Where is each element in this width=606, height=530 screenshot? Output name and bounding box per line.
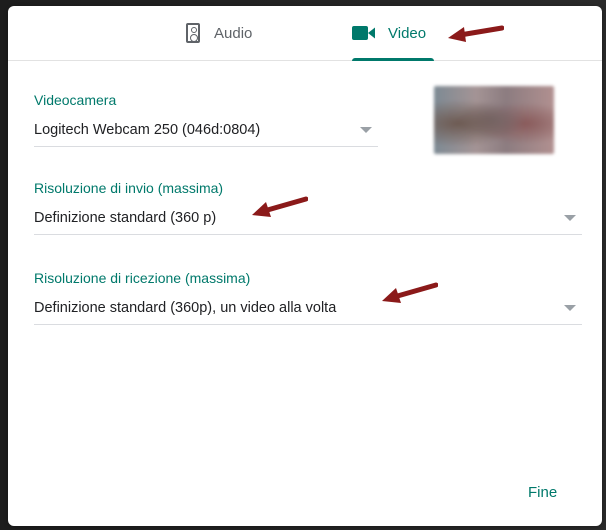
tab-audio-label: Audio [214,24,253,42]
chevron-down-icon [564,215,576,221]
videocam-icon [352,26,375,40]
camera-select[interactable]: Logitech Webcam 250 (046d:0804) [34,116,378,147]
send-resolution-select[interactable]: Definizione standard (360 p) [34,204,582,235]
annotation-arrow-icon [448,25,504,42]
send-resolution-select-value: Definizione standard (360 p) [34,210,217,226]
tab-audio[interactable]: Audio [186,6,296,60]
chevron-down-icon [564,305,576,311]
receive-resolution-section-label: Risoluzione di ricezione (massima) [34,270,251,286]
settings-dialog: Audio Video Videocamera Logitech Webcam … [8,6,602,526]
send-resolution-section-label: Risoluzione di invio (massima) [34,180,224,196]
receive-resolution-select-value: Definizione standard (360p), un video al… [34,300,337,316]
camera-select-value: Logitech Webcam 250 (046d:0804) [34,122,261,138]
chevron-down-icon [360,127,372,133]
speaker-icon [186,23,200,43]
tab-bar: Audio Video [8,6,602,61]
active-tab-indicator [352,58,434,61]
tab-video[interactable]: Video [352,6,444,61]
camera-section-label: Videocamera [34,92,117,108]
receive-resolution-select[interactable]: Definizione standard (360p), un video al… [34,294,582,325]
window-background: Audio Video Videocamera Logitech Webcam … [0,0,606,530]
camera-preview [434,86,554,154]
done-button[interactable]: Fine [528,484,557,501]
tab-video-label: Video [388,24,427,42]
